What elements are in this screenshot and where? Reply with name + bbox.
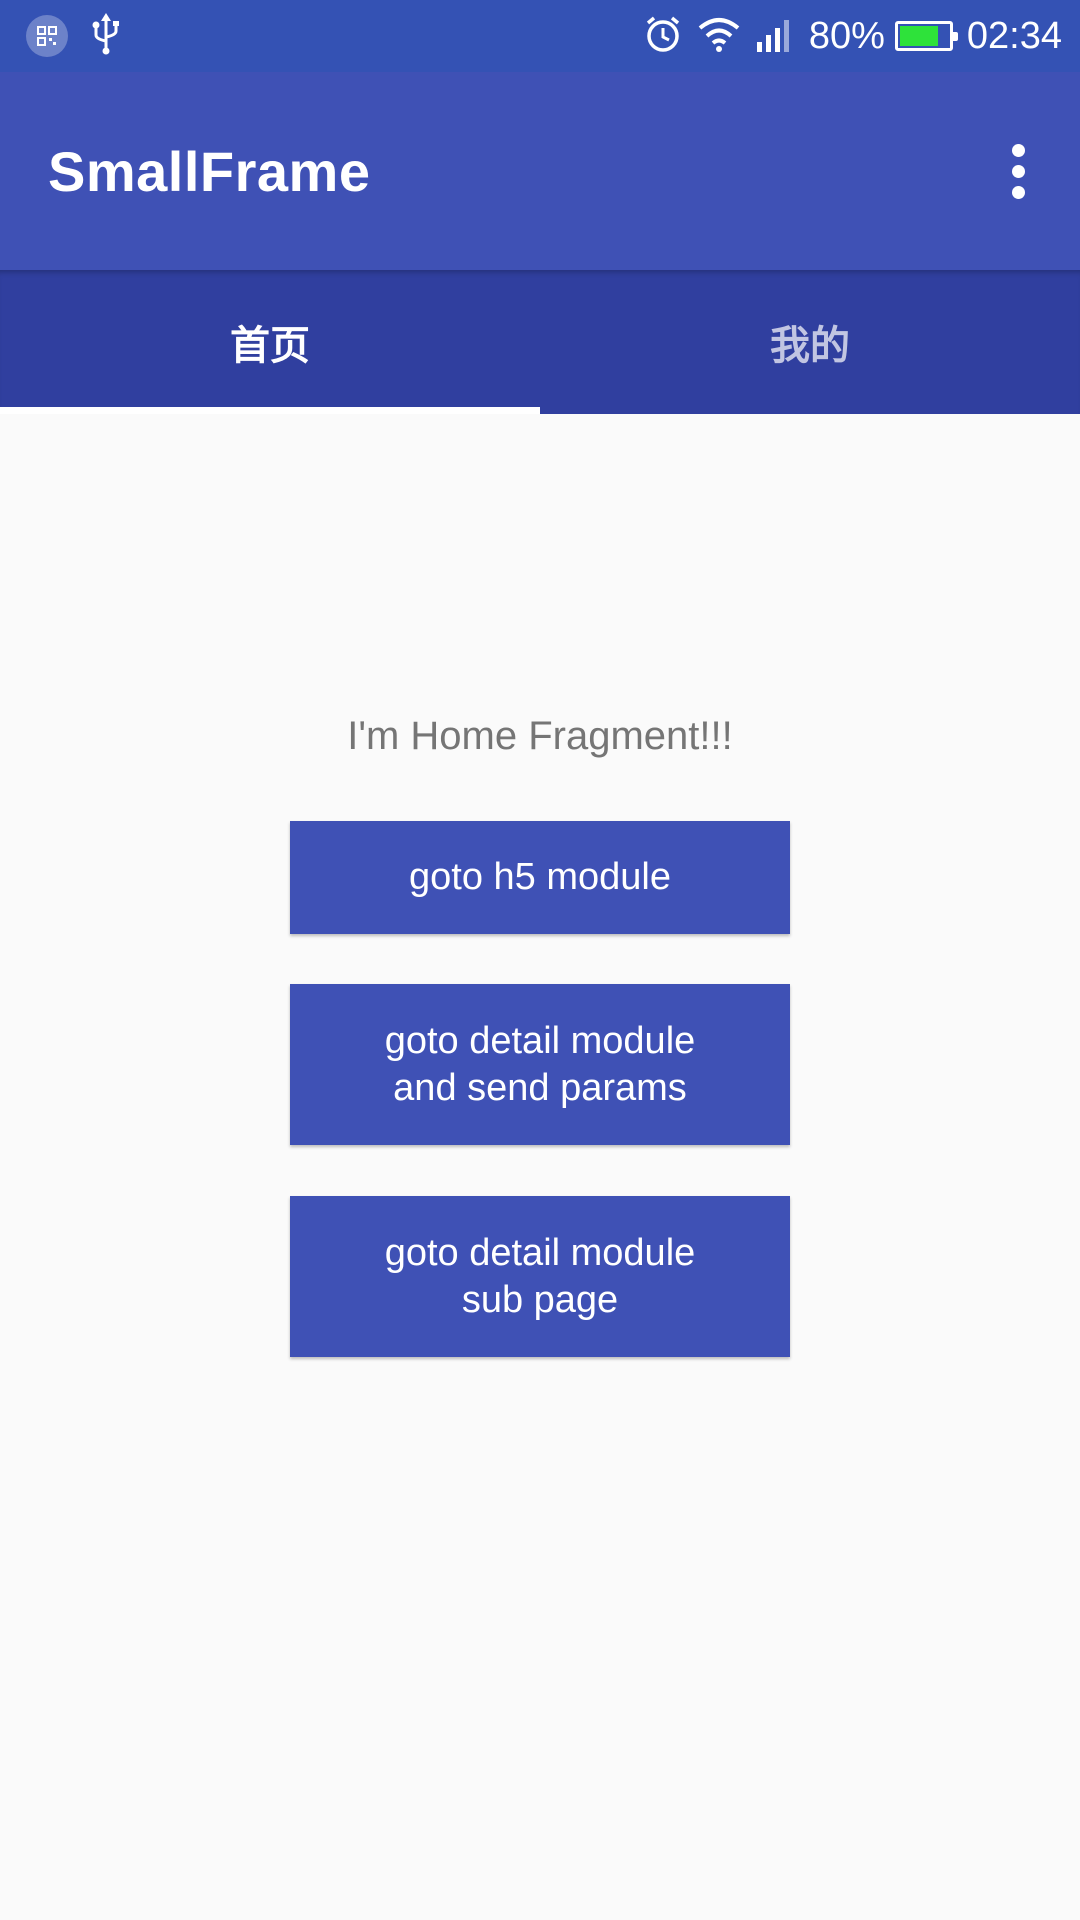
status-bar: 80% 02:34 (0, 0, 1080, 72)
more-options-button[interactable] (994, 131, 1042, 211)
battery-tip (952, 32, 958, 41)
notification-icon (26, 15, 68, 57)
clock: 02:34 (966, 14, 1062, 57)
alarm-icon (643, 14, 683, 59)
tab-indicator (0, 407, 540, 414)
tab-mine[interactable]: 我的 (540, 270, 1080, 414)
tab-mine-label: 我的 (770, 324, 850, 368)
battery-percent: 80% (808, 14, 885, 57)
tab-home-label: 首页 (230, 324, 310, 368)
goto-detail-sub-page-button[interactable]: goto detail module sub page (290, 1196, 790, 1357)
usb-icon (90, 12, 122, 60)
goto-h5-module-button[interactable]: goto h5 module (290, 821, 790, 934)
status-right: 80% 02:34 (629, 14, 1062, 59)
app-screen: 80% 02:34 SmallFrame 首页 我的 I'm Home Frag… (0, 0, 1080, 1920)
tab-home[interactable]: 首页 (0, 270, 540, 414)
wifi-icon (697, 16, 741, 57)
app-title: SmallFrame (48, 139, 371, 203)
fragment-label: I'm Home Fragment!!! (347, 714, 733, 758)
tab-bar: 首页 我的 (0, 270, 1080, 414)
signal-icon (755, 16, 795, 57)
more-vert-dot (1011, 185, 1025, 199)
home-fragment: I'm Home Fragment!!! goto h5 module goto… (0, 414, 1080, 1920)
battery-icon (894, 21, 958, 51)
more-vert-icon (1011, 143, 1025, 157)
status-left (26, 12, 144, 60)
battery-fill (899, 26, 939, 46)
more-vert-dot (1011, 164, 1025, 178)
goto-detail-send-params-button[interactable]: goto detail module and send params (290, 984, 790, 1145)
app-toolbar: SmallFrame (0, 72, 1080, 270)
